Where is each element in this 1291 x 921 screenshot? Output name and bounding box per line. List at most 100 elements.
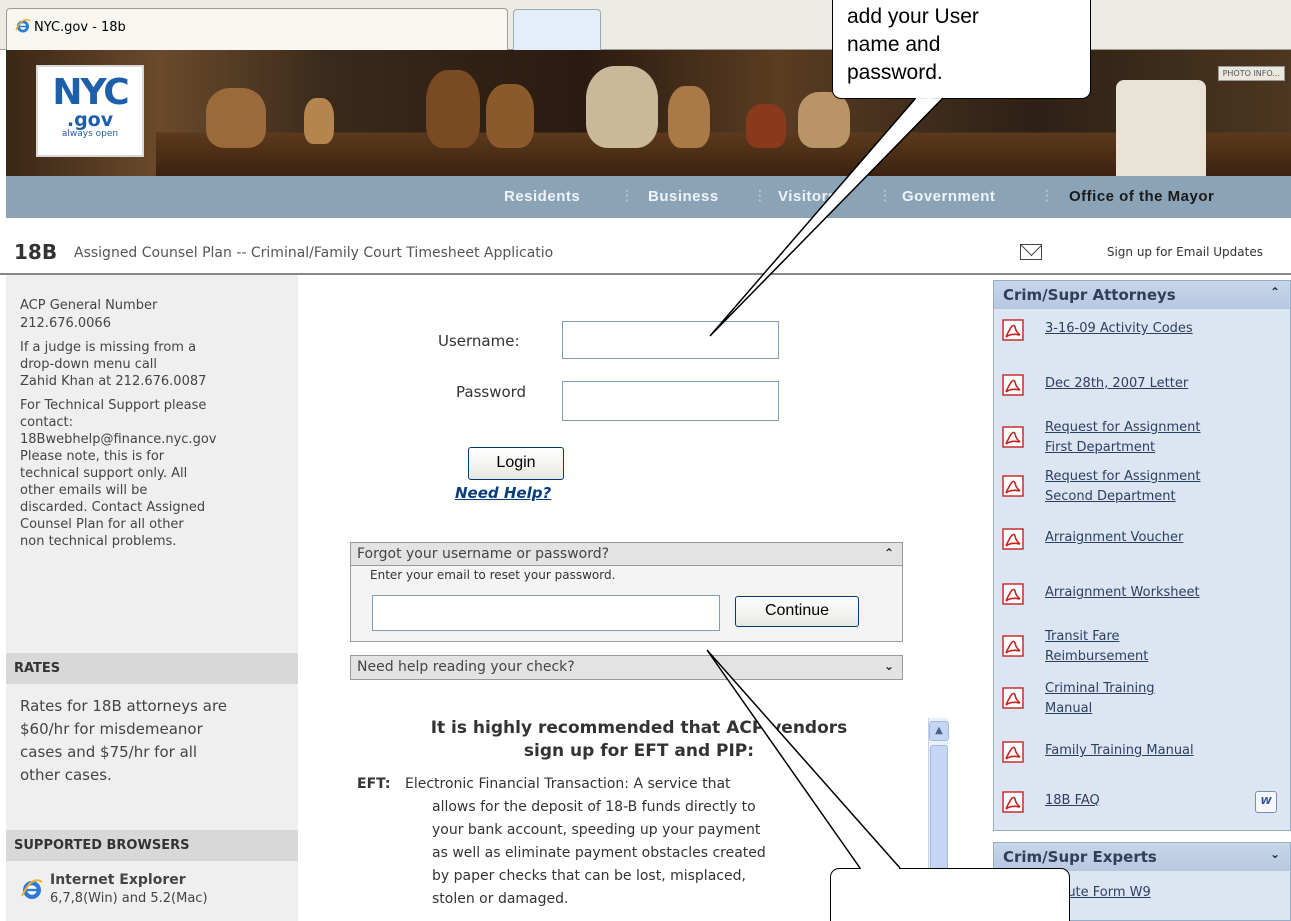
instruction-callout-top: add your User name and password.: [832, 0, 1091, 99]
callout-line: name and: [847, 33, 941, 56]
check-help-panel[interactable]: Need help reading your check? ⌄: [350, 655, 903, 680]
banner-photo-crock: [586, 66, 658, 148]
attorneys-link-text[interactable]: 3-16-09 Activity Codes: [1045, 319, 1193, 339]
support-note-line: contact:: [20, 415, 74, 430]
continue-button[interactable]: Continue: [735, 596, 859, 627]
nav-separator: ⋮: [1040, 188, 1054, 204]
acp-number: 212.676.0066: [20, 316, 111, 331]
pdf-icon: [1002, 528, 1024, 550]
username-label: Username:: [438, 332, 520, 350]
support-email: 18Bwebhelp@finance.nyc.gov: [20, 432, 217, 447]
attorneys-link-text[interactable]: Arraignment Voucher: [1045, 528, 1183, 548]
attorneys-heading: Crim/Supr Attorneys: [1003, 286, 1176, 304]
eft-label: EFT:: [357, 776, 391, 792]
page-title-code: 18B: [14, 240, 58, 264]
logo-tagline: always open: [61, 129, 119, 139]
pdf-icon: [1002, 374, 1024, 396]
pdf-icon: [1002, 687, 1024, 709]
pdf-icon: [1002, 426, 1024, 448]
recommendation-heading-line: It is highly recommended that ACP vendor…: [430, 718, 848, 738]
need-help-link[interactable]: Need Help?: [455, 484, 551, 502]
browser-versions: 6,7,8(Win) and 5.2(Mac): [50, 891, 208, 906]
support-note-line: other emails will be: [20, 483, 148, 498]
forgot-credentials-panel: Forgot your username or password? ⌃ Ente…: [350, 542, 903, 642]
eft-description-line: Electronic Financial Transaction: A serv…: [405, 776, 731, 792]
browser-tab-strip: NYC.gov - 18b: [0, 0, 1291, 50]
callout-line: add your User: [847, 5, 979, 28]
attorneys-box: Crim/Supr Attorneys ⌃ 3-16-09 Activity C…: [993, 280, 1291, 831]
attorneys-link-text[interactable]: Dec 28th, 2007 Letter: [1045, 374, 1188, 394]
judge-note-line: Zahid Khan at 212.676.0087: [20, 374, 207, 389]
nav-separator: ⋮: [878, 188, 892, 204]
nav-visitors[interactable]: Visitors: [778, 188, 837, 205]
attorneys-link-text[interactable]: Manual: [1045, 699, 1092, 719]
scroll-up-arrow-icon[interactable]: ▲: [929, 721, 949, 741]
attorneys-link-text[interactable]: Arraignment Worksheet: [1045, 583, 1200, 603]
experts-header[interactable]: Crim/Supr Experts ⌄: [994, 843, 1290, 871]
email-updates-link[interactable]: Sign up for Email Updates: [1107, 245, 1263, 259]
eft-description-line: allows for the deposit of 18-B funds dir…: [432, 799, 756, 815]
rates-line: cases and $75/hr for all: [20, 743, 198, 761]
banner-photo-cloth: [1116, 80, 1206, 176]
collapse-chevron-icon[interactable]: ⌃: [884, 546, 894, 560]
internet-explorer-icon: [15, 18, 31, 33]
email-envelope-icon[interactable]: [1020, 244, 1042, 260]
attorneys-link-text[interactable]: Second Department: [1045, 487, 1176, 507]
eft-description-line: by paper checks that can be lost, mispla…: [432, 868, 746, 884]
check-help-header[interactable]: Need help reading your check? ⌄: [351, 656, 902, 679]
attorneys-link-text[interactable]: Request for Assignment: [1045, 418, 1201, 438]
browser-tab-active[interactable]: NYC.gov - 18b: [6, 8, 508, 50]
pdf-icon: [1002, 635, 1024, 657]
supported-browsers-heading: SUPPORTED BROWSERS: [6, 830, 298, 861]
browser-name: Internet Explorer: [50, 872, 186, 888]
password-input[interactable]: [562, 381, 779, 421]
nav-office-of-the-mayor[interactable]: Office of the Mayor: [1069, 188, 1214, 205]
banner-photo-jar: [206, 88, 266, 148]
banner-photo-jug: [798, 92, 850, 148]
judge-note-line: If a judge is missing from a: [20, 340, 197, 355]
expand-chevron-icon[interactable]: ⌄: [884, 659, 894, 673]
attorneys-link-text[interactable]: Request for Assignment: [1045, 467, 1201, 487]
reset-email-input[interactable]: [372, 595, 720, 631]
support-note-line: Please note, this is for: [20, 449, 165, 464]
support-note-line: For Technical Support please: [20, 398, 207, 413]
attorneys-link-text[interactable]: First Department: [1045, 438, 1155, 458]
browser-tab-title: NYC.gov - 18b: [34, 20, 126, 35]
nyc-gov-logo[interactable]: NYC .gov always open: [36, 65, 144, 157]
attorneys-link-text[interactable]: Reimbursement: [1045, 647, 1148, 667]
nav-separator: ⋮: [753, 188, 767, 204]
attorneys-link-text[interactable]: Criminal Training: [1045, 679, 1155, 699]
pdf-icon: [1002, 741, 1024, 763]
eft-description-line: your bank account, speeding up your paym…: [432, 822, 761, 838]
support-note-line: non technical problems.: [20, 534, 177, 549]
main-nav: Residents ⋮ Business ⋮ Visitors ⋮ Govern…: [6, 176, 1291, 218]
logo-nyc: NYC: [52, 72, 129, 113]
username-input[interactable]: [562, 321, 779, 359]
check-help-title: Need help reading your check?: [357, 659, 575, 675]
rates-heading: RATES: [6, 653, 298, 684]
attorneys-header[interactable]: Crim/Supr Attorneys ⌃: [994, 281, 1290, 309]
instruction-callout-bottom: [830, 868, 1070, 921]
nav-residents[interactable]: Residents: [504, 188, 580, 205]
nav-separator: ⋮: [620, 188, 634, 204]
new-tab-button[interactable]: [513, 9, 601, 50]
attorneys-link-text[interactable]: 18B FAQ: [1045, 791, 1100, 811]
header-banner: NYC .gov always open PHOTO INFO...: [6, 50, 1291, 176]
callout-line: password.: [847, 61, 943, 84]
photo-info-link[interactable]: PHOTO INFO...: [1217, 66, 1285, 81]
login-button[interactable]: Login: [468, 447, 564, 480]
expand-chevron-icon[interactable]: ⌄: [1270, 847, 1280, 861]
internet-explorer-icon: [21, 879, 43, 899]
nav-business[interactable]: Business: [648, 188, 719, 205]
pdf-icon: [1002, 791, 1024, 813]
eft-description-line: stolen or damaged.: [432, 891, 569, 907]
forgot-hint: Enter your email to reset your password.: [370, 568, 616, 582]
word-document-icon[interactable]: W: [1255, 791, 1277, 813]
attorneys-link-text[interactable]: Transit Fare: [1045, 627, 1120, 647]
attorneys-link-text[interactable]: Family Training Manual: [1045, 741, 1194, 761]
nav-government[interactable]: Government: [902, 188, 995, 205]
forgot-panel-header[interactable]: Forgot your username or password? ⌃: [351, 543, 902, 566]
collapse-chevron-icon[interactable]: ⌃: [1270, 285, 1280, 299]
rates-line: Rates for 18B attorneys are: [20, 697, 228, 715]
banner-photo-jug: [486, 84, 534, 148]
